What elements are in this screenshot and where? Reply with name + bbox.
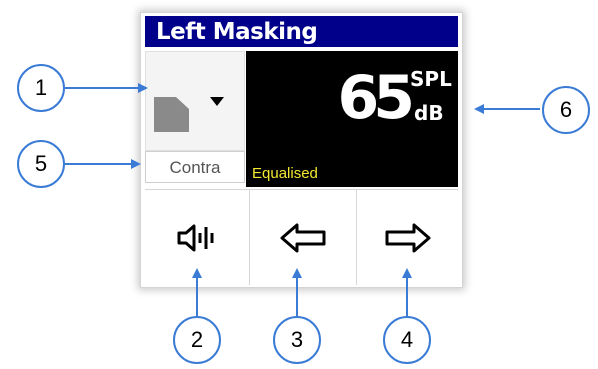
callout-arrows bbox=[65, 83, 540, 316]
callout-3: 3 bbox=[273, 316, 321, 364]
callout-2: 2 bbox=[173, 316, 221, 364]
callout-4: 4 bbox=[383, 316, 431, 364]
callout-5: 5 bbox=[17, 140, 65, 188]
callout-6: 6 bbox=[542, 86, 590, 134]
callout-1: 1 bbox=[17, 64, 65, 112]
